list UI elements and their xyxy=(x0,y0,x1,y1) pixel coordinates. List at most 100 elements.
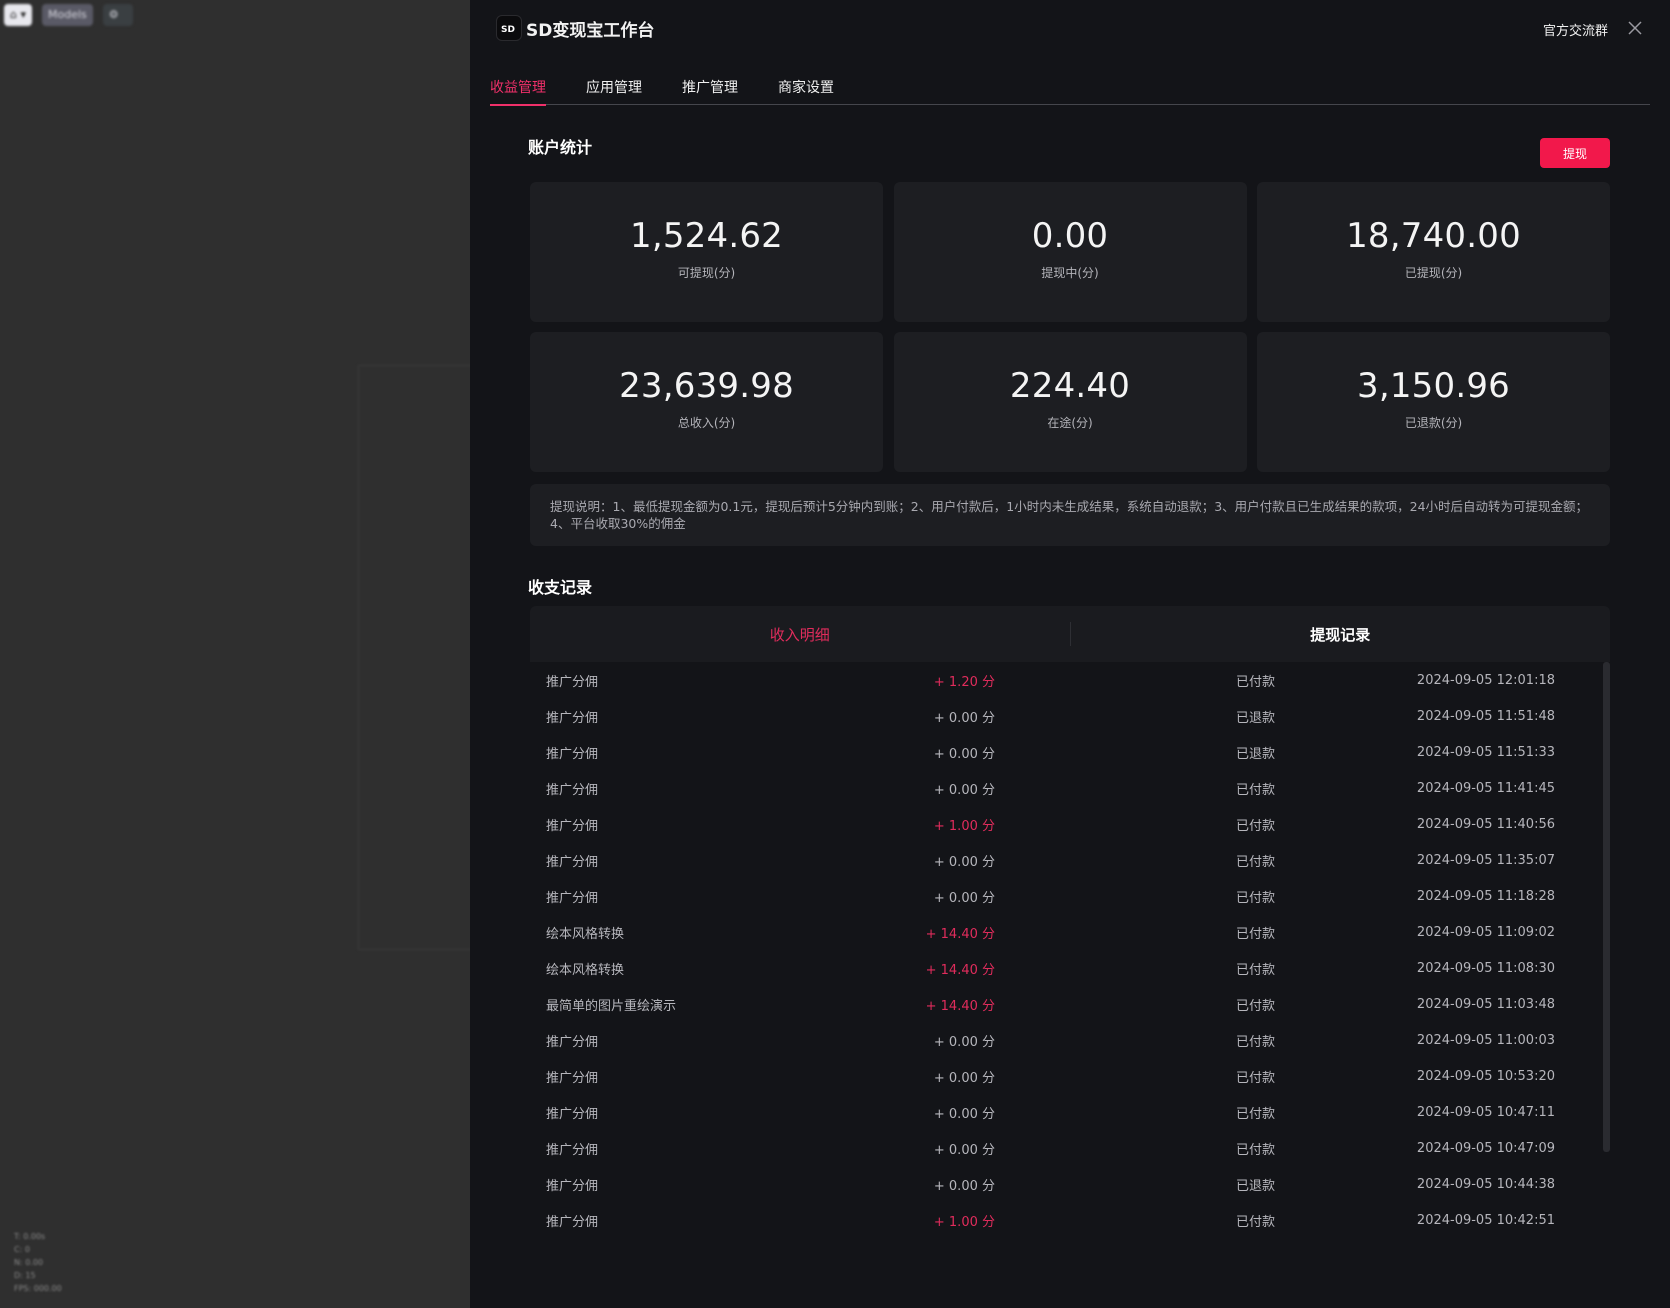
stat-value: 1,524.62 xyxy=(629,216,783,256)
table-row: 推广分佣 + 1.00 分 已付款 2024-09-05 11:40:56 xyxy=(530,806,1610,842)
record-amount: + 0.00 分 xyxy=(933,710,995,726)
tab-apps[interactable]: 应用管理 xyxy=(586,72,642,105)
record-name: 推广分佣 xyxy=(546,710,599,726)
record-status: 已付款 xyxy=(1235,854,1275,870)
record-name: 推广分佣 xyxy=(546,1070,599,1086)
record-status: 已付款 xyxy=(1235,1034,1275,1050)
record-status: 已付款 xyxy=(1235,1070,1275,1086)
records-scrollbar[interactable] xyxy=(1603,662,1610,1152)
table-row: 推广分佣 + 1.00 分 已付款 2024-09-05 10:42:51 xyxy=(530,1202,1610,1238)
record-status: 已退款 xyxy=(1235,746,1275,762)
stat-card-refunded: 3,150.96 已退款(分) xyxy=(1257,332,1610,472)
record-name: 推广分佣 xyxy=(546,1178,599,1194)
record-time: 2024-09-05 11:08:30 xyxy=(1416,960,1555,976)
background-canvas: ⌂ ▾ Models ⚙ T: 0.00s C: 0 N: 0.00 D: 15… xyxy=(0,0,470,1308)
record-status: 已付款 xyxy=(1235,962,1275,978)
sd-logo-icon: SD xyxy=(501,25,515,34)
stat-label: 已退款(分) xyxy=(1404,416,1463,430)
record-name: 推广分佣 xyxy=(546,782,599,798)
background-stat: FPS: 000.00 xyxy=(14,1284,62,1293)
stat-card-in-transit: 224.40 在途(分) xyxy=(893,332,1247,472)
record-name: 推广分佣 xyxy=(546,1034,599,1050)
tab-revenue[interactable]: 收益管理 xyxy=(490,72,546,106)
background-stats: T: 0.00s C: 0 N: 0.00 D: 15 FPS: 000.00 xyxy=(14,1230,62,1295)
stat-value: 23,639.98 xyxy=(619,366,794,406)
table-row: 绘本风格转换 + 14.40 分 已付款 2024-09-05 11:09:02 xyxy=(530,914,1610,950)
drawer-header: SD SD变现宝工作台 官方交流群 xyxy=(470,0,1670,58)
table-row: 推广分佣 + 0.00 分 已付款 2024-09-05 11:41:45 xyxy=(530,770,1610,806)
account-stats-title: 账户统计 xyxy=(528,138,593,157)
record-name: 推广分佣 xyxy=(546,1106,599,1122)
record-time: 2024-09-05 11:00:03 xyxy=(1416,1032,1555,1048)
stat-card-withdrawing: 0.00 提现中(分) xyxy=(893,182,1247,322)
stat-label: 提现中(分) xyxy=(1041,266,1099,280)
record-time: 2024-09-05 11:18:28 xyxy=(1416,888,1555,904)
table-row: 推广分佣 + 0.00 分 已退款 2024-09-05 10:44:38 xyxy=(530,1166,1610,1202)
record-status: 已付款 xyxy=(1235,782,1275,798)
withdraw-button[interactable]: 提现 xyxy=(1540,138,1610,168)
stat-card-withdrawable: 1,524.62 可提现(分) xyxy=(530,182,883,322)
tab-withdraw-records[interactable]: 提现记录 xyxy=(1071,624,1611,645)
background-models-chip: Models xyxy=(42,4,93,26)
stat-label: 在途(分) xyxy=(1047,416,1093,430)
record-time: 2024-09-05 10:47:09 xyxy=(1416,1140,1555,1156)
record-status: 已付款 xyxy=(1235,674,1275,690)
record-amount: + 0.00 分 xyxy=(933,746,995,762)
background-stat: T: 0.00s xyxy=(14,1232,46,1241)
table-row: 推广分佣 + 0.00 分 已付款 2024-09-05 11:35:07 xyxy=(530,842,1610,878)
table-row: 推广分佣 + 0.00 分 已退款 2024-09-05 11:51:48 xyxy=(530,698,1610,734)
record-time: 2024-09-05 11:09:02 xyxy=(1416,924,1555,940)
stat-value: 0.00 xyxy=(1031,216,1109,256)
record-amount: + 1.00 分 xyxy=(933,818,995,834)
close-button[interactable] xyxy=(1624,17,1646,39)
record-amount: + 0.00 分 xyxy=(933,1106,995,1122)
tab-income-detail[interactable]: 收入明细 xyxy=(530,624,1070,645)
main-tabs: 收益管理 应用管理 推广管理 商家设置 xyxy=(490,72,1650,106)
record-time: 2024-09-05 10:42:51 xyxy=(1416,1212,1555,1228)
tab-merchant-settings[interactable]: 商家设置 xyxy=(778,72,834,105)
workbench-drawer: SD SD变现宝工作台 官方交流群 收益管理 应用管理 推广管理 商家设置 账户… xyxy=(470,0,1670,1308)
record-name: 绘本风格转换 xyxy=(546,962,625,978)
stat-label: 可提现(分) xyxy=(677,266,736,280)
record-status: 已退款 xyxy=(1235,1178,1275,1194)
stat-card-withdrawn: 18,740.00 已提现(分) xyxy=(1257,182,1610,322)
record-time: 2024-09-05 10:44:38 xyxy=(1416,1176,1555,1192)
background-toolbar: ⌂ ▾ Models ⚙ xyxy=(4,4,133,26)
records-title: 收支记录 xyxy=(528,578,593,597)
table-row: 绘本风格转换 + 14.40 分 已付款 2024-09-05 11:08:30 xyxy=(530,950,1610,986)
record-amount: + 0.00 分 xyxy=(933,1178,995,1194)
records-list[interactable]: 推广分佣 + 1.20 分已付款 2024-09-05 12:01:18 推广分佣 + … xyxy=(530,662,1610,1256)
record-name: 推广分佣 xyxy=(546,854,599,870)
background-settings-chip: ⚙ xyxy=(102,4,133,26)
record-time: 2024-09-05 11:03:48 xyxy=(1416,996,1555,1012)
record-amount: + 14.40 分 xyxy=(925,962,995,978)
svg-text:SD: SD xyxy=(501,25,515,34)
app-title: SD变现宝工作台 xyxy=(526,21,655,41)
record-status: 已付款 xyxy=(1235,1214,1275,1230)
background-stat: D: 15 xyxy=(14,1271,36,1280)
record-name: 绘本风格转换 xyxy=(546,926,625,942)
record-amount: + 1.20 分 xyxy=(933,674,995,690)
background-frame xyxy=(358,365,470,950)
record-amount: + 1.00 分 xyxy=(933,1214,995,1230)
tab-promotion[interactable]: 推广管理 xyxy=(682,72,738,105)
record-status: 已付款 xyxy=(1235,1142,1275,1158)
record-amount: + 0.00 分 xyxy=(933,1070,995,1086)
record-name: 最简单的图片重绘演示 xyxy=(546,998,677,1014)
stat-label: 总收入(分) xyxy=(677,416,736,430)
background-home-chip: ⌂ ▾ xyxy=(4,4,33,26)
close-icon xyxy=(1628,21,1642,35)
record-name: 推广分佣 xyxy=(546,674,599,690)
record-name: 推广分佣 xyxy=(546,746,599,762)
table-row: 推广分佣 + 1.20 分 已付款 2024-09-05 12:01:18 xyxy=(530,662,1610,698)
community-group-link[interactable]: 官方交流群 xyxy=(1543,20,1608,39)
background-stat: N: 0.00 xyxy=(14,1258,44,1267)
record-amount: + 0.00 分 xyxy=(933,782,995,798)
record-amount: + 14.40 分 xyxy=(925,926,995,942)
record-status: 已付款 xyxy=(1235,998,1275,1014)
record-time: 2024-09-05 11:51:33 xyxy=(1416,744,1555,760)
record-name: 推广分佣 xyxy=(546,890,599,906)
record-status: 已付款 xyxy=(1235,1106,1275,1122)
record-time: 2024-09-05 11:41:45 xyxy=(1416,780,1555,796)
stat-label: 已提现(分) xyxy=(1404,266,1463,280)
